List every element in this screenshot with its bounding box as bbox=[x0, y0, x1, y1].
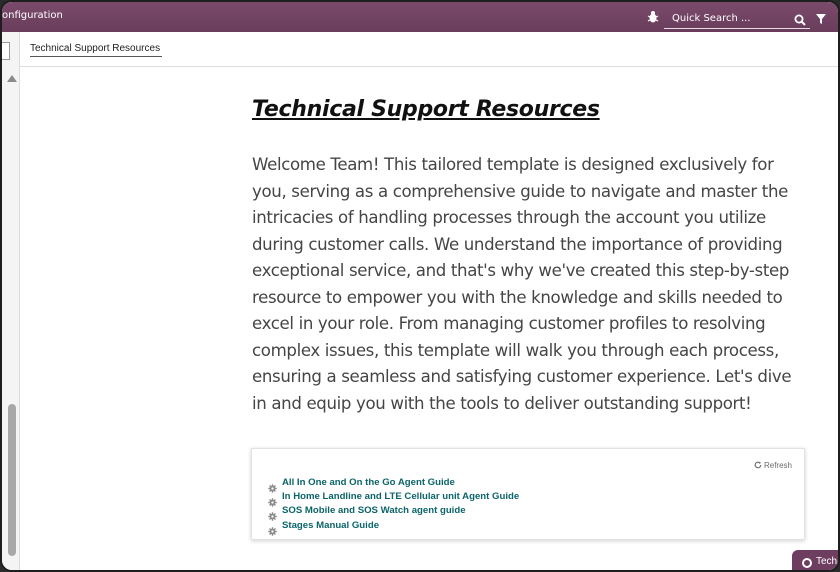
intro-paragraph: Welcome Team! This tailored template is … bbox=[252, 155, 792, 413]
top-navbar: onfiguration bbox=[2, 2, 838, 32]
list-item: All In One and On the Go Agent Guide bbox=[268, 475, 519, 493]
list-item: Stages Manual Guide bbox=[268, 518, 519, 536]
app-window: onfiguration Quick Search ... Technical … bbox=[0, 0, 840, 572]
app-title: onfiguration bbox=[2, 10, 63, 21]
guide-list: All In One and On the Go Agent Guide In … bbox=[268, 475, 519, 536]
quick-search bbox=[664, 6, 810, 29]
refresh-button[interactable]: Refresh bbox=[754, 461, 792, 470]
list-item: SOS Mobile and SOS Watch agent guide bbox=[268, 504, 519, 521]
breadcrumb: Technical Support Resources bbox=[20, 32, 838, 67]
chip-label: Tech bbox=[816, 556, 838, 567]
gear-icon bbox=[268, 492, 277, 507]
scroll-up-icon[interactable] bbox=[7, 75, 17, 82]
bug-icon[interactable] bbox=[647, 9, 659, 23]
scrollbar-thumb[interactable] bbox=[8, 404, 16, 556]
guide-link-stages-manual[interactable]: Stages Manual Guide bbox=[282, 520, 379, 531]
guide-link-all-in-one[interactable]: All In One and On the Go Agent Guide bbox=[282, 477, 455, 488]
refresh-label: Refresh bbox=[763, 461, 792, 470]
filter-icon[interactable] bbox=[815, 10, 827, 24]
guide-link-in-home-landline[interactable]: In Home Landline and LTE Cellular unit A… bbox=[282, 491, 519, 502]
guide-link-sos-mobile[interactable]: SOS Mobile and SOS Watch agent guide bbox=[282, 505, 466, 516]
circle-icon bbox=[802, 558, 812, 568]
floating-chip-button[interactable]: Tech bbox=[792, 550, 838, 570]
sidebar-toggle-button[interactable] bbox=[2, 42, 10, 60]
gear-icon bbox=[268, 521, 277, 536]
main-content: Technical Support Resources Welcome Team… bbox=[20, 67, 838, 570]
guides-card: Refresh All In One and On the Go Agent G… bbox=[251, 448, 805, 540]
search-icon[interactable] bbox=[794, 11, 806, 26]
quick-search-input[interactable] bbox=[670, 9, 786, 27]
page-title: Technical Support Resources bbox=[252, 97, 600, 122]
gear-icon bbox=[268, 478, 277, 493]
refresh-icon bbox=[754, 461, 762, 469]
gear-icon bbox=[268, 506, 277, 521]
left-scroll-strip bbox=[2, 32, 20, 570]
breadcrumb-item[interactable]: Technical Support Resources bbox=[30, 43, 163, 57]
list-item: In Home Landline and LTE Cellular unit A… bbox=[268, 489, 519, 507]
